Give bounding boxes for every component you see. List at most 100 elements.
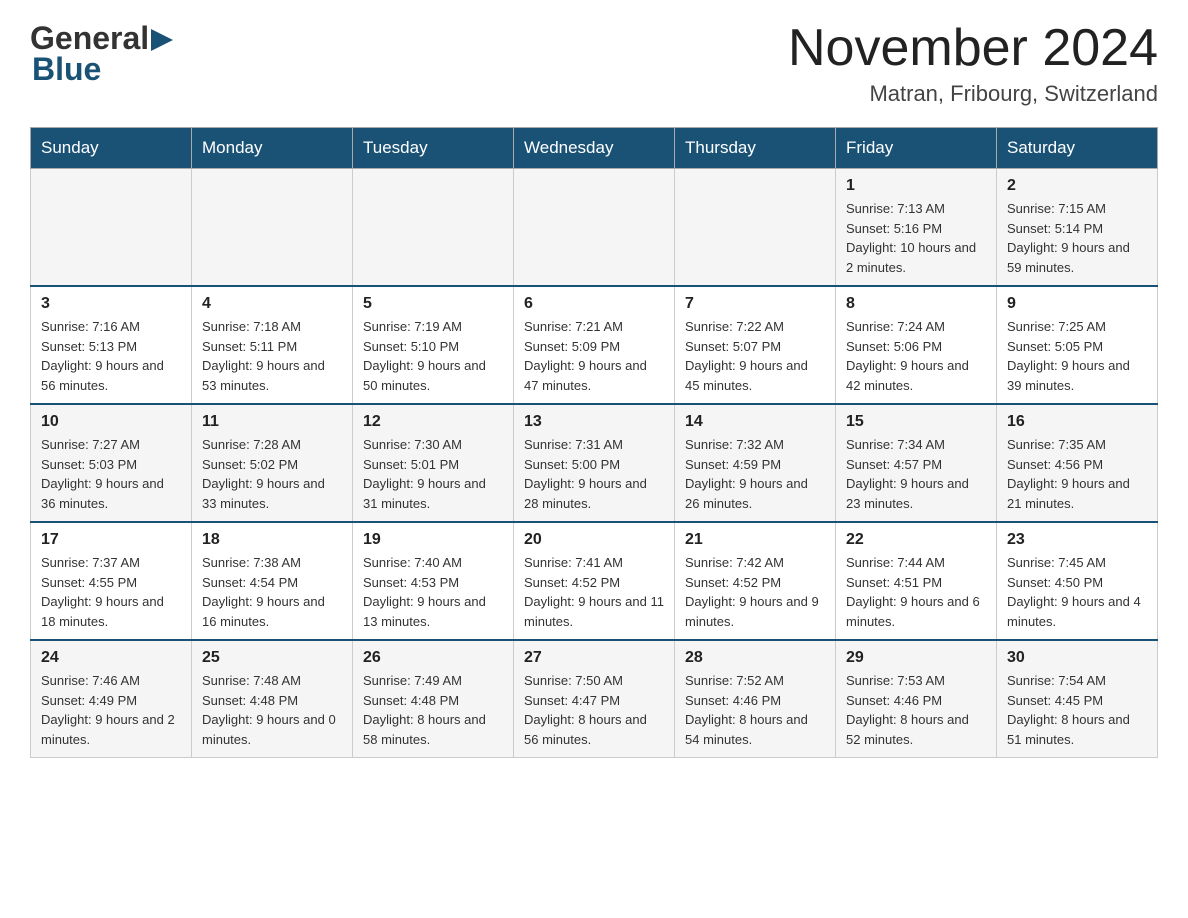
calendar-cell (353, 169, 514, 287)
calendar-cell: 18 Sunrise: 7:38 AMSunset: 4:54 PMDayligh… (192, 522, 353, 640)
day-number: 24 (41, 649, 181, 667)
calendar-cell: 29 Sunrise: 7:53 AMSunset: 4:46 PMDayligh… (836, 640, 997, 758)
calendar-cell: 15 Sunrise: 7:34 AMSunset: 4:57 PMDayligh… (836, 404, 997, 522)
calendar-cell: 27 Sunrise: 7:50 AMSunset: 4:47 PMDayligh… (514, 640, 675, 758)
day-info: Sunrise: 7:27 AMSunset: 5:03 PMDaylight:… (41, 435, 181, 513)
day-number: 3 (41, 295, 181, 313)
day-info: Sunrise: 7:44 AMSunset: 4:51 PMDaylight:… (846, 553, 986, 631)
day-number: 10 (41, 413, 181, 431)
calendar-cell: 12 Sunrise: 7:30 AMSunset: 5:01 PMDayligh… (353, 404, 514, 522)
weekday-header-saturday: Saturday (997, 128, 1158, 169)
day-number: 9 (1007, 295, 1147, 313)
day-info: Sunrise: 7:24 AMSunset: 5:06 PMDaylight:… (846, 317, 986, 395)
day-number: 8 (846, 295, 986, 313)
calendar-cell: 30 Sunrise: 7:54 AMSunset: 4:45 PMDayligh… (997, 640, 1158, 758)
day-info: Sunrise: 7:32 AMSunset: 4:59 PMDaylight:… (685, 435, 825, 513)
calendar-cell: 2 Sunrise: 7:15 AMSunset: 5:14 PMDaylight… (997, 169, 1158, 287)
day-number: 30 (1007, 649, 1147, 667)
day-info: Sunrise: 7:16 AMSunset: 5:13 PMDaylight:… (41, 317, 181, 395)
calendar-cell (192, 169, 353, 287)
day-info: Sunrise: 7:30 AMSunset: 5:01 PMDaylight:… (363, 435, 503, 513)
weekday-header-wednesday: Wednesday (514, 128, 675, 169)
calendar-cell: 20 Sunrise: 7:41 AMSunset: 4:52 PMDayligh… (514, 522, 675, 640)
calendar-cell: 6 Sunrise: 7:21 AMSunset: 5:09 PMDaylight… (514, 286, 675, 404)
day-number: 7 (685, 295, 825, 313)
day-info: Sunrise: 7:25 AMSunset: 5:05 PMDaylight:… (1007, 317, 1147, 395)
calendar-cell: 26 Sunrise: 7:49 AMSunset: 4:48 PMDayligh… (353, 640, 514, 758)
day-number: 18 (202, 531, 342, 549)
day-number: 28 (685, 649, 825, 667)
calendar-cell: 1Sunrise: 7:13 AMSunset: 5:16 PMDaylight… (836, 169, 997, 287)
calendar-cell: 4Sunrise: 7:18 AMSunset: 5:11 PMDaylight… (192, 286, 353, 404)
weekday-header-tuesday: Tuesday (353, 128, 514, 169)
weekday-header-sunday: Sunday (31, 128, 192, 169)
calendar-cell: 28 Sunrise: 7:52 AMSunset: 4:46 PMDayligh… (675, 640, 836, 758)
weekday-header-friday: Friday (836, 128, 997, 169)
calendar-cell: 22 Sunrise: 7:44 AMSunset: 4:51 PMDayligh… (836, 522, 997, 640)
day-number: 26 (363, 649, 503, 667)
day-info: Sunrise: 7:34 AMSunset: 4:57 PMDaylight:… (846, 435, 986, 513)
day-info: Sunrise: 7:49 AMSunset: 4:48 PMDaylight:… (363, 671, 503, 749)
day-info: Sunrise: 7:48 AMSunset: 4:48 PMDaylight:… (202, 671, 342, 749)
location: Matran, Fribourg, Switzerland (788, 81, 1158, 107)
calendar-cell: 8 Sunrise: 7:24 AMSunset: 5:06 PMDaylight… (836, 286, 997, 404)
weekday-header-thursday: Thursday (675, 128, 836, 169)
day-number: 19 (363, 531, 503, 549)
day-number: 29 (846, 649, 986, 667)
day-info: Sunrise: 7:52 AMSunset: 4:46 PMDaylight:… (685, 671, 825, 749)
day-info: Sunrise: 7:41 AMSunset: 4:52 PMDaylight:… (524, 553, 664, 631)
day-info: Sunrise: 7:46 AMSunset: 4:49 PMDaylight:… (41, 671, 181, 749)
calendar-cell: 7 Sunrise: 7:22 AMSunset: 5:07 PMDaylight… (675, 286, 836, 404)
day-number: 12 (363, 413, 503, 431)
day-number: 2 (1007, 177, 1147, 195)
day-number: 22 (846, 531, 986, 549)
day-info: Sunrise: 7:53 AMSunset: 4:46 PMDaylight:… (846, 671, 986, 749)
day-info: Sunrise: 7:22 AMSunset: 5:07 PMDaylight:… (685, 317, 825, 395)
calendar-cell: 21 Sunrise: 7:42 AMSunset: 4:52 PMDayligh… (675, 522, 836, 640)
calendar-cell: 16Sunrise: 7:35 AMSunset: 4:56 PMDayligh… (997, 404, 1158, 522)
calendar-cell (514, 169, 675, 287)
day-number: 4 (202, 295, 342, 313)
day-number: 25 (202, 649, 342, 667)
calendar-cell: 11 Sunrise: 7:28 AMSunset: 5:02 PMDayligh… (192, 404, 353, 522)
day-info: Sunrise: 7:45 AMSunset: 4:50 PMDaylight:… (1007, 553, 1147, 631)
calendar-cell: 10 Sunrise: 7:27 AMSunset: 5:03 PMDayligh… (31, 404, 192, 522)
logo-blue: Blue (32, 51, 101, 88)
calendar-cell: 23Sunrise: 7:45 AMSunset: 4:50 PMDayligh… (997, 522, 1158, 640)
calendar-cell: 24 Sunrise: 7:46 AMSunset: 4:49 PMDayligh… (31, 640, 192, 758)
day-number: 5 (363, 295, 503, 313)
day-number: 14 (685, 413, 825, 431)
page-header: General Blue November 2024 Matran, Fribo… (30, 20, 1158, 107)
day-info: Sunrise: 7:31 AMSunset: 5:00 PMDaylight:… (524, 435, 664, 513)
day-number: 15 (846, 413, 986, 431)
calendar-cell (675, 169, 836, 287)
day-info: Sunrise: 7:21 AMSunset: 5:09 PMDaylight:… (524, 317, 664, 395)
month-title: November 2024 (788, 20, 1158, 77)
day-info: Sunrise: 7:42 AMSunset: 4:52 PMDaylight:… (685, 553, 825, 631)
title-section: November 2024 Matran, Fribourg, Switzerl… (788, 20, 1158, 107)
calendar-cell: 19Sunrise: 7:40 AMSunset: 4:53 PMDayligh… (353, 522, 514, 640)
weekday-header-monday: Monday (192, 128, 353, 169)
day-info: Sunrise: 7:54 AMSunset: 4:45 PMDaylight:… (1007, 671, 1147, 749)
day-info: Sunrise: 7:50 AMSunset: 4:47 PMDaylight:… (524, 671, 664, 749)
calendar-cell: 3 Sunrise: 7:16 AMSunset: 5:13 PMDaylight… (31, 286, 192, 404)
day-number: 27 (524, 649, 664, 667)
day-info: Sunrise: 7:38 AMSunset: 4:54 PMDaylight:… (202, 553, 342, 631)
calendar-cell: 9 Sunrise: 7:25 AMSunset: 5:05 PMDaylight… (997, 286, 1158, 404)
day-info: Sunrise: 7:37 AMSunset: 4:55 PMDaylight:… (41, 553, 181, 631)
calendar-cell (31, 169, 192, 287)
day-info: Sunrise: 7:15 AMSunset: 5:14 PMDaylight:… (1007, 199, 1147, 277)
day-number: 20 (524, 531, 664, 549)
day-info: Sunrise: 7:28 AMSunset: 5:02 PMDaylight:… (202, 435, 342, 513)
day-info: Sunrise: 7:13 AMSunset: 5:16 PMDaylight:… (846, 199, 986, 277)
day-number: 6 (524, 295, 664, 313)
day-number: 21 (685, 531, 825, 549)
day-info: Sunrise: 7:35 AMSunset: 4:56 PMDaylight:… (1007, 435, 1147, 513)
calendar-cell: 17 Sunrise: 7:37 AMSunset: 4:55 PMDayligh… (31, 522, 192, 640)
day-number: 13 (524, 413, 664, 431)
day-number: 17 (41, 531, 181, 549)
calendar-cell: 25 Sunrise: 7:48 AMSunset: 4:48 PMDayligh… (192, 640, 353, 758)
calendar-cell: 5Sunrise: 7:19 AMSunset: 5:10 PMDaylight… (353, 286, 514, 404)
calendar-table: SundayMondayTuesdayWednesdayThursdayFrid… (30, 127, 1158, 758)
day-number: 11 (202, 413, 342, 431)
